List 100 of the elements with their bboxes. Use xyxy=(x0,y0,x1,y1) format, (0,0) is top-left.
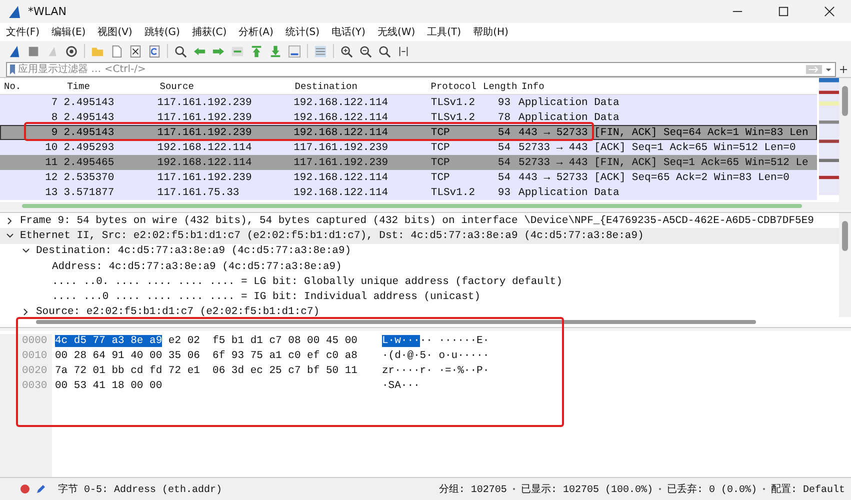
field-text: .... ..0. .... .... .... .... = LG bit: Globally unique address (factory default) xyxy=(52,276,562,288)
table-cell-text: 192.168.122.114 xyxy=(156,156,253,168)
table-cell-text: Application Data xyxy=(518,186,620,198)
packet-row[interactable]: 10 2.495293 192.168.122.114 117.161.192.239 TCP 54 52733 → 443 [ACK] Seq=1 Ack=65 Win=512 Len=0 xyxy=(0,140,817,155)
packet-row[interactable]: 11 2.495465 192.168.122.114 117.161.192.239 TCP 54 52733 → 443 [FIN, ACK] Seq=1 Ack=65 Win=512 Le xyxy=(0,155,817,170)
column-header[interactable]: Destination xyxy=(290,80,427,92)
search-icon[interactable] xyxy=(174,44,187,58)
column-header[interactable]: Protocol xyxy=(426,80,480,92)
reload-icon[interactable] xyxy=(148,44,161,58)
menu-item[interactable]: 文件(F) xyxy=(6,25,40,39)
packet-row[interactable]: 9 2.495143 117.161.192.239 192.168.122.114 TCP 54 443 → 52733 [FIN, ACK] Seq=64 Ack=1 Win=83 Len xyxy=(0,125,817,140)
ascii-bytes: L·w····· ······E· xyxy=(382,334,490,349)
table-cell-text: Application Data xyxy=(518,112,620,124)
hex-bytes: 00 53 41 18 00 00 xyxy=(55,379,164,394)
menu-item[interactable]: 分析(A) xyxy=(238,25,274,39)
table-cell-text: 2.495293 xyxy=(62,142,116,154)
fin-icon[interactable] xyxy=(8,44,21,58)
file-icon[interactable] xyxy=(110,44,123,58)
tree-row[interactable]: Destination: 4c:d5:77:a3:8e:a9 (4c:d5:77:a3:8e:a9) xyxy=(0,244,839,259)
column-header[interactable]: Source xyxy=(156,80,291,92)
dropdown-arrow-icon[interactable] xyxy=(825,66,832,72)
tree-row[interactable]: Address: 4c:d5:77:a3:8e:a9 (4c:d5:77:a3:8e:a9) xyxy=(0,258,839,274)
table-cell-text: 117.161.192.239 xyxy=(156,172,253,184)
tree-row[interactable]: Frame 9: 54 bytes on wire (432 bits), 54 bytes captured (432 bits) on interface \Device\NPF_{E4769235-A5CD-462E-A6D5-CDB7DF5E9 xyxy=(0,213,839,228)
scrollbar[interactable] xyxy=(839,213,851,317)
hex-bytes: 7a 72 01 bb cd fd 72 e1 06 3d ec 25 c7 bf 50 11 xyxy=(55,364,358,379)
table-cell-text: TCP xyxy=(430,126,451,138)
menu-item[interactable]: 工具(T) xyxy=(427,25,462,39)
scrollbar[interactable] xyxy=(36,320,756,324)
table-cell-text: 2.495143 xyxy=(62,126,116,138)
stop-icon[interactable] xyxy=(27,44,40,58)
column-header[interactable]: Info xyxy=(517,80,817,92)
hex-bytes: 00 28 64 91 40 00 35 06 6f 93 75 a1 c0 ef c0 a8 xyxy=(55,349,358,364)
pencil-icon[interactable] xyxy=(36,484,46,494)
window-title: *WLAN xyxy=(28,5,67,18)
status-dot-icon xyxy=(20,484,30,494)
status-text: 字节 0-5: Address (eth.addr) xyxy=(58,482,222,496)
table-cell-text: 2.495143 xyxy=(62,112,116,124)
maximize-icon[interactable] xyxy=(778,6,789,17)
table-cell-text: 7 xyxy=(50,96,59,108)
table-cell-text: TLSv1.2 xyxy=(430,96,476,108)
zoom-out-icon[interactable] xyxy=(359,44,372,58)
table-cell-text: 8 xyxy=(50,112,59,124)
menu-item[interactable]: 视图(V) xyxy=(98,25,132,39)
field-text: Source: e2:02:f5:b1:d1:c7 (e2:02:f5:b1:d1:c7) xyxy=(36,306,320,317)
close-file-icon[interactable] xyxy=(129,44,142,58)
field-text: Destination: 4c:d5:77:a3:8e:a9 (4c:d5:77:a3:8e:a9) xyxy=(36,245,352,258)
resize-columns-icon[interactable] xyxy=(397,44,410,58)
status-text[interactable]: 配置: Default xyxy=(770,482,845,496)
table-cell-text: 443 → 52733 [ACK] Seq=65 Ack=2 Win=83 Len=0 xyxy=(518,172,790,184)
column-header[interactable]: Length xyxy=(479,80,518,92)
field-text: Address: 4c:d5:77:a3:8e:a9 (4c:d5:77:a3:8e:a9) xyxy=(52,260,342,273)
scrollbar[interactable] xyxy=(22,204,802,208)
zoom-reset-icon[interactable] xyxy=(378,44,391,58)
table-cell-text: 117.161.192.239 xyxy=(292,142,390,154)
table-cell-text: 54 xyxy=(496,142,512,154)
display-filter-field[interactable]: 应用显示过滤器 … <Ctrl-/> xyxy=(18,63,806,75)
zoom-in-icon[interactable] xyxy=(340,44,353,58)
status-text: 分组: 102705 xyxy=(438,483,507,496)
field-text: Frame 9: 54 bytes on wire (432 bits), 54 bytes captured (432 bits) on interface \Device\NPF_{E4769235-A5CD-462E-A6D5-CDB7DF5E9 xyxy=(20,214,814,227)
table-cell-text: 117.161.192.239 xyxy=(292,156,390,168)
close-icon[interactable] xyxy=(824,6,835,17)
table-cell-text: 443 → 52733 [FIN, ACK] Seq=64 Ack=1 Win=83 Len xyxy=(518,126,810,138)
table-cell-text: TCP xyxy=(430,172,451,184)
plus-icon[interactable] xyxy=(840,66,847,72)
packet-row[interactable]: 12 2.535370 117.161.192.239 192.168.122.114 TCP 54 443 → 52733 [ACK] Seq=65 Ack=2 Win=83 Len=0 xyxy=(0,170,817,185)
table-cell-text: TCP xyxy=(430,142,451,154)
menu-item[interactable]: 编辑(E) xyxy=(52,25,86,39)
table-cell-text: 54 xyxy=(496,126,512,138)
first-icon[interactable] xyxy=(250,44,263,58)
offset-label: 0020 xyxy=(22,364,48,379)
packet-row[interactable]: 13 3.571877 117.161.75.33 192.168.122.114 TLSv1.2 93 Application Data xyxy=(0,185,817,200)
menu-item[interactable]: 统计(S) xyxy=(285,25,320,39)
chevron-right-icon[interactable] xyxy=(6,216,14,225)
column-header[interactable]: Time xyxy=(63,80,156,92)
field-text: Ethernet II, Src: e2:02:f5:b1:d1:c7 (e2:02:f5:b1:d1:c7), Dst: 4c:d5:77:a3:8e:a9 (4c:d5:77:a3:8e:a9) xyxy=(20,230,644,242)
column-header[interactable]: No. xyxy=(0,80,64,92)
menu-item[interactable]: 无线(W) xyxy=(377,25,416,39)
tree-row[interactable]: .... ..0. .... .... .... .... = LG bit: Globally unique address (factory default) xyxy=(0,274,839,290)
bookmark-icon[interactable] xyxy=(10,64,15,74)
menu-item[interactable]: 电话(Y) xyxy=(332,25,366,39)
menu-item[interactable]: 帮助(H) xyxy=(473,25,508,39)
last-icon[interactable] xyxy=(269,44,282,58)
tree-row[interactable]: Source: e2:02:f5:b1:d1:c7 (e2:02:f5:b1:d1:c7) xyxy=(0,304,839,317)
table-cell-text: 12 xyxy=(44,172,59,184)
tree-row[interactable]: .... ...0 .... .... .... .... = IG bit: Individual address (unicast) xyxy=(0,289,839,305)
menu-item[interactable]: 跳转(G) xyxy=(144,25,180,39)
menu-item[interactable]: 捕获(C) xyxy=(192,25,227,39)
status-text: 已丢弃: 0 (0.0%) xyxy=(666,482,757,496)
table-cell-text: 192.168.122.114 xyxy=(156,142,253,154)
packet-row[interactable]: 8 2.495143 117.161.192.239 192.168.122.114 TLSv1.2 78 Application Data xyxy=(0,110,817,125)
table-cell-text: 192.168.122.114 xyxy=(292,172,390,184)
chevron-right-icon[interactable] xyxy=(22,308,30,316)
scrollbar[interactable] xyxy=(839,78,851,202)
display-filter-bar[interactable]: 应用显示过滤器 … <Ctrl-/> xyxy=(6,62,836,76)
tree-row[interactable]: Ethernet II, Src: e2:02:f5:b1:d1:c7 (e2:02:f5:b1:d1:c7), Dst: 4c:d5:77:a3:8e:a9 (4c:d5:77:a3:8e:a9) xyxy=(0,228,839,244)
hex-bytes: 4c d5 77 a3 8e a9 e2 02 f5 b1 d1 c7 08 00 45 00 xyxy=(55,334,358,349)
gear-icon[interactable] xyxy=(65,44,78,58)
table-cell-text: 3.571877 xyxy=(62,186,116,198)
packet-row[interactable]: 7 2.495143 117.161.192.239 192.168.122.114 TLSv1.2 93 Application Data xyxy=(0,95,817,110)
